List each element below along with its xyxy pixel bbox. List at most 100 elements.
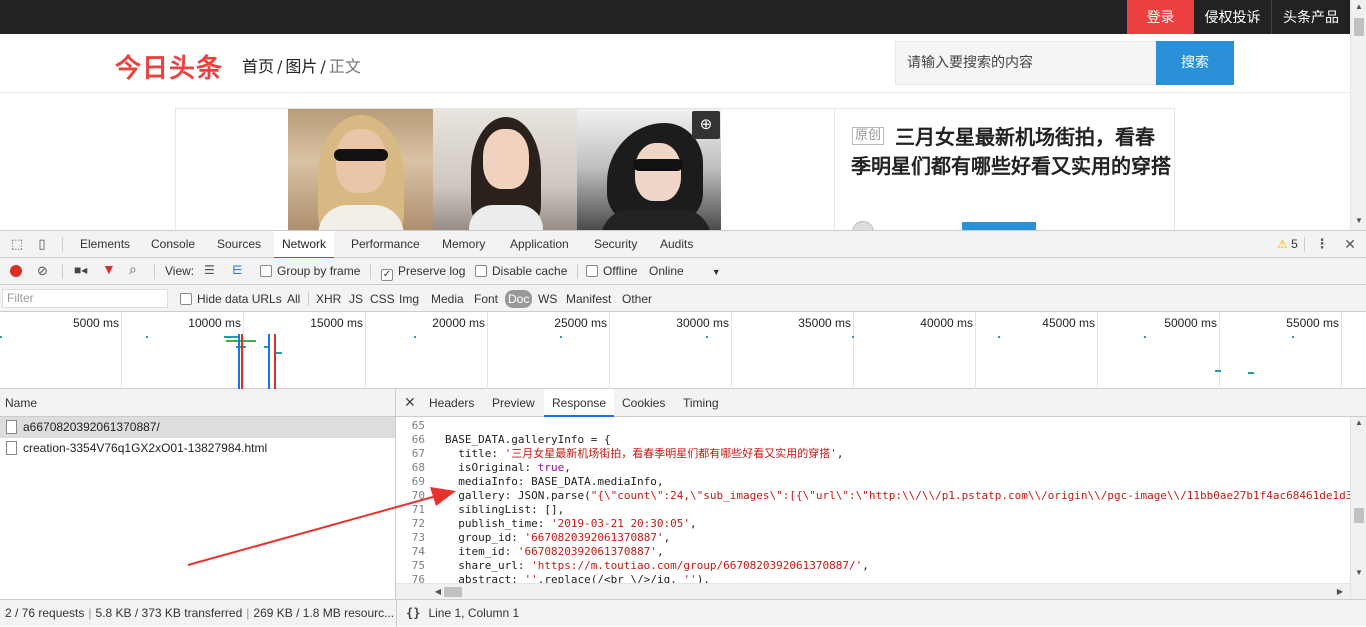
pretty-print-icon[interactable]: {}: [406, 606, 420, 620]
filter-type-doc[interactable]: Doc: [505, 290, 533, 308]
checkbox-icon: [180, 293, 192, 305]
gallery-photo[interactable]: [433, 109, 577, 230]
filter-type-js[interactable]: JS: [349, 292, 363, 306]
view-label: View:: [165, 264, 195, 278]
code-line: 67 title: '三月女星最新机场街拍，看春季明星们都有哪些好看又实用的穿搭…: [411, 447, 844, 460]
breadcrumb-pictures[interactable]: 图片: [285, 57, 317, 76]
group-by-frame-checkbox[interactable]: Group by frame: [260, 264, 360, 279]
tab-security[interactable]: Security: [586, 231, 645, 258]
inspect-element-icon[interactable]: ⬚: [9, 236, 25, 252]
tab-memory[interactable]: Memory: [434, 231, 493, 258]
tab-audits[interactable]: Audits: [652, 231, 701, 258]
filter-type-other[interactable]: Other: [622, 292, 652, 306]
capture-screenshots-icon[interactable]: ■◂: [74, 263, 87, 278]
zoom-in-icon[interactable]: ⊕: [692, 111, 720, 139]
scroll-left-icon[interactable]: ◀: [432, 584, 444, 600]
record-icon[interactable]: [10, 265, 22, 277]
complaint-link[interactable]: 侵权投诉: [1194, 0, 1272, 34]
timeline-tick: 25000 ms: [554, 316, 607, 330]
tab-console[interactable]: Console: [143, 231, 203, 258]
tab-headers[interactable]: Headers: [421, 389, 482, 417]
document-icon: [6, 420, 17, 434]
search-icon[interactable]: ⌕: [129, 262, 137, 277]
checkbox-icon: [586, 265, 598, 277]
tab-performance[interactable]: Performance: [343, 231, 428, 258]
hide-data-urls-checkbox[interactable]: Hide data URLs: [180, 292, 282, 306]
requests-column-header[interactable]: Name: [0, 389, 396, 417]
network-overview-timeline[interactable]: 5000 ms 10000 ms 15000 ms 20000 ms 25000…: [0, 312, 1366, 389]
scroll-up-icon[interactable]: ▲: [1351, 0, 1366, 14]
scroll-thumb[interactable]: [1354, 508, 1364, 523]
code-line: 65: [411, 419, 425, 432]
response-horizontal-scrollbar[interactable]: ◀ ▶: [396, 583, 1350, 599]
site-logo[interactable]: 今日头条: [115, 48, 223, 85]
more-options-icon[interactable]: ⋮: [1314, 236, 1330, 252]
device-toolbar-icon[interactable]: ▯: [34, 236, 50, 252]
throttling-select[interactable]: Online ▼: [649, 264, 721, 280]
search-button[interactable]: 搜索: [1156, 41, 1234, 85]
timeline-tick: 40000 ms: [920, 316, 973, 330]
tab-application[interactable]: Application: [502, 231, 577, 258]
filter-type-ws[interactable]: WS: [538, 292, 557, 306]
large-rows-icon[interactable]: ☰: [204, 263, 215, 278]
scroll-down-icon[interactable]: ▼: [1351, 214, 1366, 228]
tab-network[interactable]: Network: [274, 231, 335, 259]
filter-type-img[interactable]: Img: [399, 292, 419, 306]
request-row[interactable]: creation-3354V76q1GX2xO01-13827984.html: [0, 438, 395, 459]
group-by-frame-label: Group by frame: [277, 264, 361, 278]
search-input[interactable]: 请输入要搜索的内容: [895, 41, 1157, 85]
products-link[interactable]: 头条产品: [1272, 0, 1350, 34]
checkbox-icon: [475, 265, 487, 277]
filter-type-css[interactable]: CSS: [370, 292, 395, 306]
tab-elements[interactable]: Elements: [72, 231, 138, 258]
filter-type-media[interactable]: Media: [431, 292, 464, 306]
timeline-tick: 30000 ms: [676, 316, 729, 330]
checkmark-icon: ✓: [381, 269, 393, 281]
article-title[interactable]: 三月女星最新机场街拍，看春季明星们都有哪些好看又实用的穿搭: [851, 123, 1171, 181]
follow-button[interactable]: [962, 222, 1036, 230]
code-line: 74 item_id: '6670820392061370887',: [411, 545, 664, 558]
scroll-up-icon[interactable]: ▲: [1351, 417, 1366, 429]
devtools-tab-bar: ⬚ ▯ Elements Console Sources Network Per…: [0, 231, 1366, 259]
filter-type-font[interactable]: Font: [474, 292, 498, 306]
tab-sources[interactable]: Sources: [209, 231, 269, 258]
filter-type-manifest[interactable]: Manifest: [566, 292, 611, 306]
filter-icon[interactable]: ▼: [102, 262, 116, 277]
webpage-viewport: 登录 侵权投诉 头条产品 ▲ ▼ 今日头条 首页 / 图片 / 正文 请输入要搜索的内容…: [0, 0, 1366, 230]
scroll-down-icon[interactable]: ▼: [1351, 567, 1366, 579]
page-scrollbar[interactable]: ▲ ▼: [1350, 0, 1366, 230]
breadcrumb-home[interactable]: 首页: [242, 57, 274, 76]
scroll-right-icon[interactable]: ▶: [1334, 584, 1346, 600]
resources-size: 269 KB / 1.8 MB resourc...: [253, 606, 395, 620]
request-detail-tabs: ✕ Headers Preview Response Cookies Timin…: [396, 389, 1366, 417]
tab-response[interactable]: Response: [544, 389, 615, 417]
cursor-position: Line 1, Column 1: [428, 606, 520, 620]
warnings-counter[interactable]: ⚠ 5: [1277, 237, 1298, 252]
tab-preview[interactable]: Preview: [484, 389, 543, 417]
warning-icon: ⚠: [1277, 237, 1288, 251]
tab-timing[interactable]: Timing: [675, 389, 727, 417]
filter-type-xhr[interactable]: XHR: [316, 292, 341, 306]
clear-icon[interactable]: ⊘: [37, 263, 48, 278]
preserve-log-checkbox[interactable]: ✓ Preserve log: [381, 264, 465, 281]
request-row[interactable]: a6670820392061370887/: [0, 417, 395, 438]
login-link[interactable]: 登录: [1127, 0, 1194, 34]
response-vertical-scrollbar[interactable]: ▲ ▼: [1350, 417, 1366, 599]
close-icon[interactable]: ✕: [404, 389, 416, 415]
gallery-photo[interactable]: [288, 109, 433, 230]
code-line: 72 publish_time: '2019-03-21 20:30:05',: [411, 517, 697, 530]
filter-type-all[interactable]: All: [287, 292, 300, 306]
scroll-thumb[interactable]: [444, 587, 462, 597]
page-scroll-thumb[interactable]: [1354, 18, 1364, 36]
tab-cookies[interactable]: Cookies: [614, 389, 673, 417]
timeline-tick: 35000 ms: [798, 316, 851, 330]
offline-checkbox[interactable]: Offline: [586, 264, 637, 279]
filter-input[interactable]: Filter: [2, 289, 168, 308]
waterfall-view-icon[interactable]: ⋿: [232, 263, 242, 278]
disable-cache-checkbox[interactable]: Disable cache: [475, 264, 567, 279]
author-avatar[interactable]: [852, 221, 874, 230]
response-body-viewer[interactable]: 65 66 BASE_DATA.galleryInfo = { 67 title:…: [396, 417, 1350, 583]
requests-count: 2 / 76 requests: [5, 606, 85, 620]
breadcrumb-separator: /: [320, 57, 326, 76]
close-devtools-icon[interactable]: ✕: [1342, 236, 1358, 252]
